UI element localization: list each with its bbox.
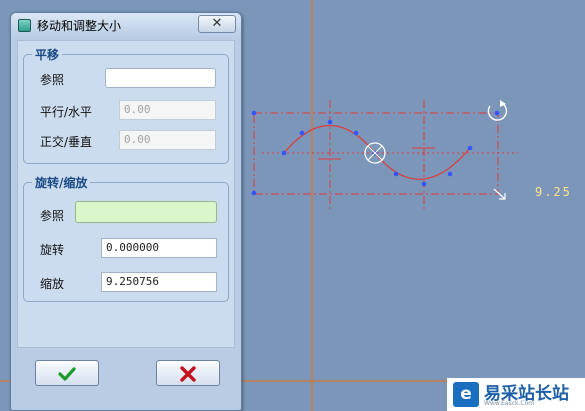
translate-reference-field[interactable] (105, 68, 216, 88)
control-point (467, 145, 473, 151)
cross-icon (180, 366, 196, 382)
control-point (299, 130, 305, 136)
ok-button[interactable] (35, 360, 99, 386)
rotate-reference-field[interactable] (75, 201, 217, 223)
check-icon (58, 367, 76, 381)
move-resize-dialog: 移动和调整大小 ✕ 平移 参照 平行/水平 0.00 正交/垂直 0.00 旋转… (10, 12, 242, 411)
scale-readout: 9.25 (535, 185, 572, 199)
translate-group: 平移 参照 平行/水平 0.00 正交/垂直 0.00 (23, 46, 229, 164)
control-point (393, 171, 399, 177)
rotate-scale-group-title: 旋转/缩放 (32, 174, 91, 191)
rotate-handle-icon[interactable] (487, 100, 508, 121)
vertical-label: 正交/垂直 (40, 135, 93, 149)
watermark-subtext: Www.Easck.Com (484, 400, 535, 407)
control-point (251, 190, 257, 196)
dialog-titlebar[interactable]: 移动和调整大小 ✕ (11, 13, 241, 37)
rotate-reference-label: 参照 (40, 209, 65, 223)
close-button[interactable]: ✕ (198, 15, 236, 33)
control-point (421, 181, 427, 187)
app-icon (18, 19, 31, 32)
dialog-panel: 平移 参照 平行/水平 0.00 正交/垂直 0.00 旋转/缩放 参照 旋转 … (17, 40, 235, 348)
scale-input[interactable]: 9.250756 (101, 272, 217, 292)
control-point (281, 150, 287, 156)
vertical-input[interactable]: 0.00 (119, 130, 216, 150)
cancel-button[interactable] (156, 360, 220, 386)
control-point (327, 119, 333, 125)
scale-label: 缩放 (40, 277, 65, 291)
watermark: e 易采站长站 Www.Easck.Com (447, 378, 585, 411)
dialog-title: 移动和调整大小 (37, 19, 122, 33)
control-point (251, 110, 257, 116)
horizontal-label: 平行/水平 (40, 105, 93, 119)
control-point (447, 171, 453, 177)
rotate-label: 旋转 (40, 243, 65, 257)
rotate-scale-group: 旋转/缩放 参照 旋转 0.000000 缩放 9.250756 (23, 174, 229, 302)
rotate-input[interactable]: 0.000000 (101, 238, 217, 258)
translate-group-title: 平移 (32, 46, 63, 63)
control-point (353, 130, 359, 136)
control-point (494, 110, 500, 116)
watermark-logo-icon: e (453, 382, 479, 407)
horizontal-input[interactable]: 0.00 (119, 100, 216, 120)
translate-reference-label: 参照 (40, 73, 65, 87)
